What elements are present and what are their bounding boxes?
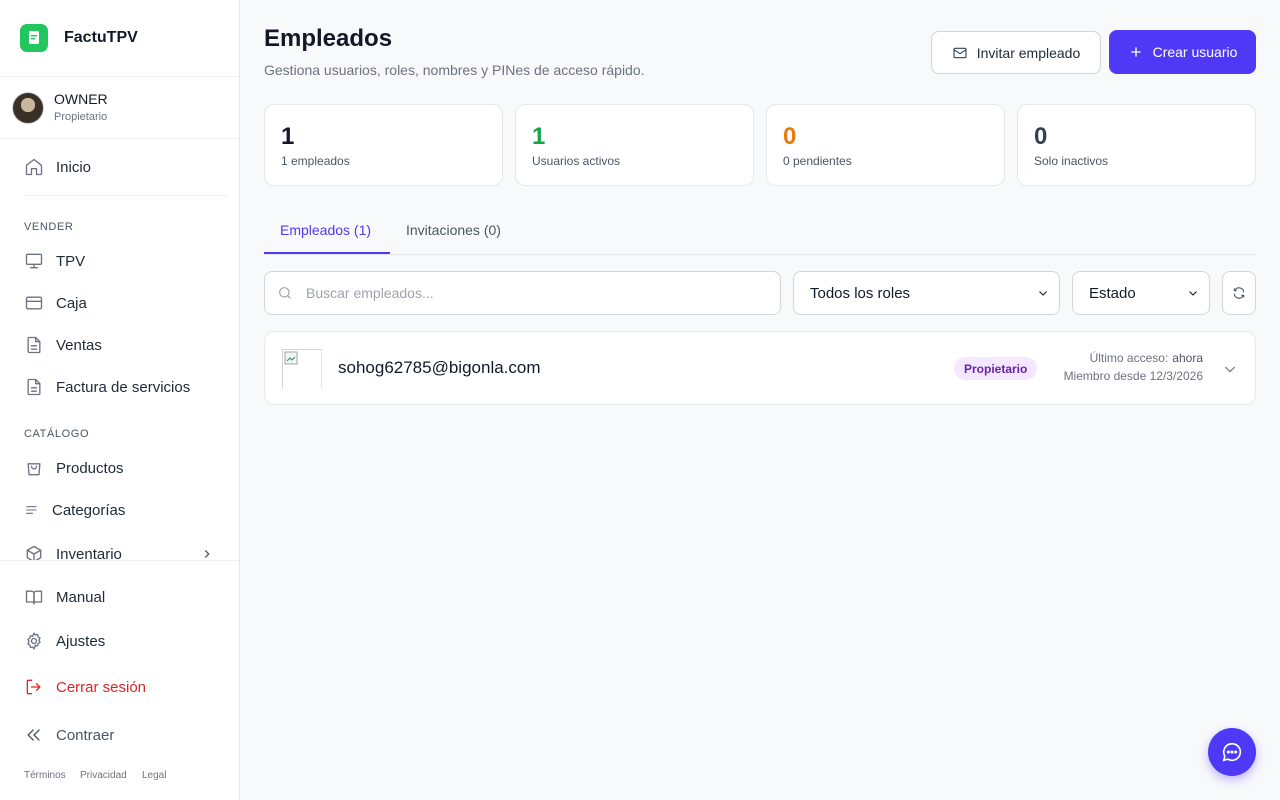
page-subtitle: Gestiona usuarios, roles, nombres y PINe… [264, 62, 645, 78]
invite-employee-button[interactable]: Invitar empleado [931, 31, 1101, 74]
sidebar-item-label: Caja [56, 294, 87, 312]
sidebar-item-label: Inicio [56, 158, 92, 176]
sidebar: FactuTPV OWNER Propietario Inicio VENDER… [0, 0, 240, 800]
create-user-button[interactable]: Crear usuario [1109, 30, 1256, 74]
home-icon [25, 158, 43, 176]
sidebar-item-home[interactable]: Inicio [24, 153, 91, 181]
employee-photo [282, 349, 322, 389]
search-box[interactable] [264, 271, 781, 315]
avatar [12, 91, 44, 124]
last-access-value: ahora [1172, 351, 1203, 365]
list-icon [26, 506, 37, 514]
sidebar-item-cash[interactable]: Caja [24, 289, 87, 317]
status-filter-select[interactable]: Estado [1072, 271, 1210, 315]
active-tab-indicator [264, 252, 390, 254]
stat-value: 0 [783, 123, 797, 150]
sidebar-item-label: Factura de servicios [56, 378, 191, 396]
sidebar-item-label: Categorías [52, 501, 126, 519]
legal-link[interactable]: Legal [142, 770, 166, 781]
stat-card-employees: 1 1 empleados [264, 104, 503, 186]
sidebar-item-label: Productos [56, 459, 124, 477]
role-filter-select[interactable]: Todos los roles [793, 271, 1060, 315]
stat-value: 1 [532, 123, 546, 150]
role-badge: Propietario [954, 357, 1038, 380]
document-icon [27, 336, 41, 354]
stat-label: Solo inactivos [1034, 154, 1109, 168]
sidebar-item-products[interactable]: Productos [24, 454, 124, 482]
role-filter-value: Todos los roles [810, 284, 911, 302]
tabs-divider [264, 254, 1256, 255]
gear-icon [27, 632, 41, 650]
tab-invitations[interactable]: Invitaciones (0) [406, 222, 501, 254]
user-role: Propietario [54, 111, 108, 123]
stat-card-inactive: 0 Solo inactivos [1017, 104, 1256, 186]
sidebar-item-categories[interactable]: Categorías [24, 496, 125, 524]
sidebar-item-label: TPV [56, 252, 86, 270]
search-input[interactable] [306, 285, 746, 301]
chat-bubble-icon [1222, 742, 1242, 762]
chevron-down-icon [1039, 291, 1047, 296]
credit-card-icon [25, 296, 43, 310]
monitor-icon [25, 253, 43, 269]
employee-row[interactable]: sohog62785@bigonla.com Propietario Últim… [264, 331, 1256, 405]
tab-employees[interactable]: Empleados (1) [280, 222, 371, 254]
plus-icon [1130, 47, 1141, 57]
last-access-label: Último acceso: [1089, 351, 1169, 365]
sidebar-item-service-invoice[interactable]: Factura de servicios [24, 373, 190, 401]
app-name: FactuTPV [64, 29, 138, 46]
sidebar-item-label: Cerrar sesión [56, 678, 147, 696]
book-icon [25, 590, 43, 605]
stat-card-pending: 0 0 pendientes [766, 104, 1005, 186]
stat-value: 0 [1034, 123, 1048, 150]
chevron-down-icon [1224, 366, 1236, 373]
create-user-label: Crear usuario [1152, 44, 1238, 60]
sidebar-item-manual[interactable]: Manual [24, 583, 105, 611]
invite-employee-label: Invitar empleado [976, 44, 1081, 61]
sidebar-item-tpv[interactable]: TPV [24, 247, 85, 275]
collapse-sidebar-button[interactable]: Contraer [24, 721, 114, 749]
expand-row-button[interactable] [1222, 361, 1238, 377]
employee-email: sohog62785@bigonla.com [338, 358, 541, 377]
user-name: OWNER [54, 91, 108, 107]
brand-header[interactable]: FactuTPV [0, 0, 239, 77]
stat-card-active: 1 Usuarios activos [515, 104, 754, 186]
mail-icon [953, 47, 967, 58]
logout-icon [26, 679, 41, 695]
divider [24, 195, 228, 196]
stat-label: 1 empleados [281, 154, 350, 168]
app-logo-icon [20, 24, 48, 52]
chat-support-button[interactable] [1208, 728, 1256, 776]
search-icon [279, 287, 291, 299]
last-access: Último acceso: ahora [1090, 351, 1203, 365]
terms-link[interactable]: Términos [24, 770, 66, 781]
sidebar-item-settings[interactable]: Ajustes [24, 627, 105, 655]
sidebar-item-label: Ventas [56, 336, 102, 354]
section-catalog-heading: CATÁLOGO [24, 428, 90, 440]
logout-button[interactable]: Cerrar sesión [24, 673, 146, 701]
user-profile[interactable]: OWNER Propietario [0, 77, 239, 139]
stat-value: 1 [281, 123, 295, 150]
chevron-right-icon[interactable] [200, 547, 214, 561]
refresh-icon [1233, 287, 1245, 299]
chevron-down-icon [1189, 291, 1197, 296]
sidebar-item-sales[interactable]: Ventas [24, 331, 102, 359]
stat-label: 0 pendientes [783, 154, 852, 168]
chevrons-left-icon [27, 729, 40, 741]
sidebar-item-label: Manual [56, 588, 106, 606]
stat-label: Usuarios activos [532, 154, 621, 168]
document-icon [27, 378, 41, 396]
status-filter-value: Estado [1089, 284, 1136, 302]
refresh-button[interactable] [1222, 271, 1256, 315]
sidebar-item-label: Contraer [56, 726, 115, 744]
member-since: Miembro desde 12/3/2026 [1063, 369, 1203, 383]
privacy-link[interactable]: Privacidad [80, 770, 127, 781]
shopping-bag-icon [27, 463, 41, 476]
broken-image-icon [284, 351, 298, 365]
page-title: Empleados [264, 25, 393, 52]
sidebar-item-label: Ajustes [56, 632, 106, 650]
section-sell-heading: VENDER [24, 221, 74, 233]
